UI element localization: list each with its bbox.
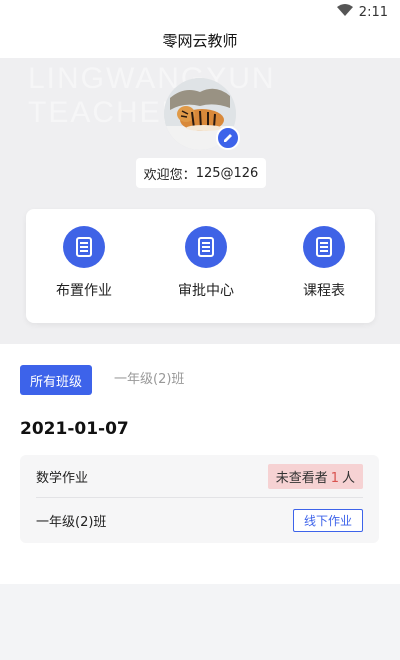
homework-section: 所有班级 一年级(2)班 2021-01-07 数学作业 未查看者 1 人 一年级(… <box>0 344 400 584</box>
wifi-icon <box>336 4 353 20</box>
homework-class-row: 一年级(2)班 线下作业 <box>36 499 363 542</box>
menu-item-approval-center[interactable]: 审批中心 <box>156 226 256 300</box>
status-bar: 2:11 <box>0 0 400 24</box>
offline-homework-button[interactable]: 线下作业 <box>292 509 363 532</box>
tab-grade1-class2[interactable]: 一年级(2)班 <box>114 365 184 395</box>
pencil-icon <box>222 129 234 148</box>
homework-date: 2021-01-07 <box>20 419 129 439</box>
homework-title-row: 数学作业 未查看者 1 人 <box>36 455 363 498</box>
menu-label: 审批中心 <box>178 283 234 299</box>
menu-label: 布置作业 <box>56 283 112 299</box>
profile-hero: LINGWANGYUN TEACHER 欢迎您： 125@126 布置作业 审批… <box>0 58 400 344</box>
document-icon <box>185 226 227 268</box>
menu-item-schedule[interactable]: 课程表 <box>274 226 374 300</box>
menu-item-assign-homework[interactable]: 布置作业 <box>34 226 134 300</box>
document-icon <box>303 226 345 268</box>
unchecked-suffix: 人 <box>341 470 355 486</box>
welcome-box: 欢迎您： 125@126 <box>136 158 266 188</box>
homework-card[interactable]: 数学作业 未查看者 1 人 一年级(2)班 线下作业 <box>20 455 379 543</box>
welcome-prefix: 欢迎您： <box>143 167 196 183</box>
edit-avatar-button[interactable] <box>216 126 240 150</box>
menu-label: 课程表 <box>303 283 345 299</box>
tab-all-classes[interactable]: 所有班级 <box>20 365 92 395</box>
unchecked-badge: 未查看者 1 人 <box>267 463 363 489</box>
status-time: 2:11 <box>358 4 388 20</box>
status-icons: 2:11 <box>336 4 388 20</box>
unchecked-count: 1 <box>330 470 339 486</box>
username: 125@126 <box>195 165 259 181</box>
document-icon <box>63 226 105 268</box>
homework-class: 一年级(2)班 <box>36 515 107 530</box>
homework-title: 数学作业 <box>36 470 89 486</box>
app-header: 零网云教师 <box>0 24 400 58</box>
app-title: 零网云教师 <box>162 32 238 50</box>
menu-card: 布置作业 审批中心 课程表 <box>26 209 375 323</box>
unchecked-prefix: 未查看者 <box>275 470 328 486</box>
